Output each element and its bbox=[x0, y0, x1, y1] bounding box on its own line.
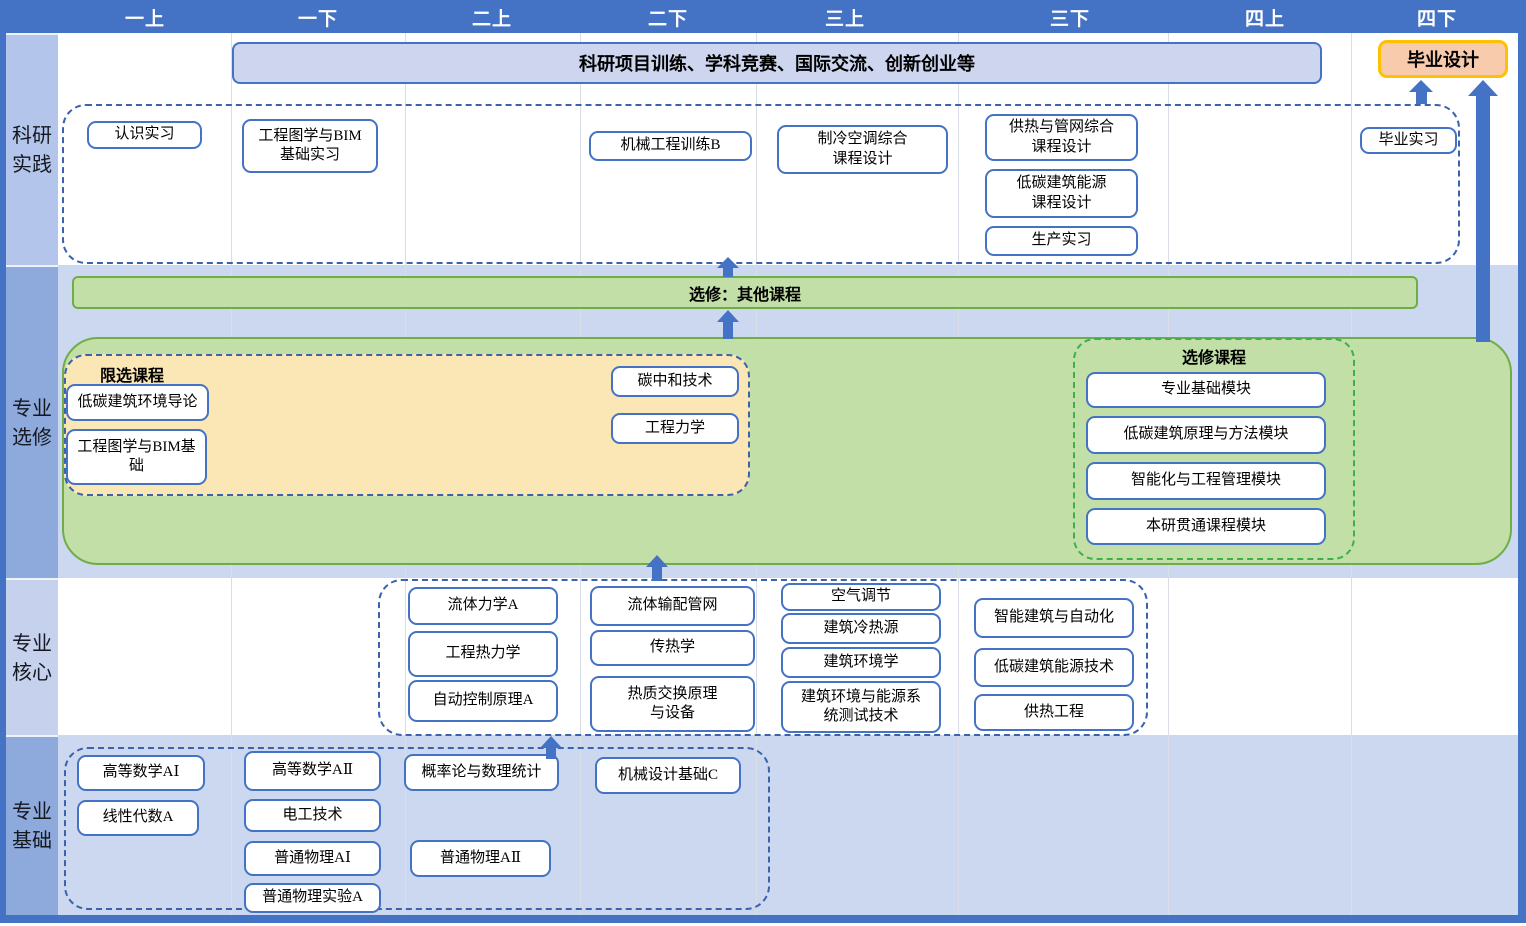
up-arrow-icon bbox=[1468, 80, 1498, 342]
course-box: 高等数学AⅡ bbox=[244, 751, 381, 791]
course-box: 制冷空调综合 课程设计 bbox=[777, 125, 948, 174]
sidebar-row-research: 科研 实践 bbox=[6, 33, 58, 267]
course-box: 建筑环境与能源系 统测试技术 bbox=[781, 681, 941, 733]
course-box: 机械设计基础C bbox=[595, 757, 741, 794]
course-box: 概率论与数理统计 bbox=[404, 754, 559, 791]
semester-label: 四上 bbox=[1220, 4, 1310, 31]
elective-modules-title: 选修课程 bbox=[1073, 344, 1355, 368]
sidebar-row-foundation: 专业 基础 bbox=[6, 735, 58, 917]
up-arrow-icon bbox=[717, 257, 739, 277]
semester-label: 四下 bbox=[1392, 4, 1482, 31]
course-box: 工程力学 bbox=[611, 413, 739, 444]
course-box: 工程图学与BIM 基础实习 bbox=[242, 119, 378, 173]
sidebar-row-core: 专业 核心 bbox=[6, 578, 58, 737]
course-box: 低碳建筑原理与方法模块 bbox=[1086, 416, 1326, 454]
course-box: 高等数学AⅠ bbox=[77, 755, 205, 791]
course-box: 工程热力学 bbox=[408, 631, 558, 677]
course-box: 普通物理实验A bbox=[244, 883, 381, 913]
course-box: 线性代数A bbox=[77, 800, 199, 836]
course-box: 机械工程训练B bbox=[589, 131, 752, 161]
course-box: 供热工程 bbox=[974, 694, 1134, 731]
course-box: 流体输配管网 bbox=[590, 586, 755, 626]
course-box: 碳中和技术 bbox=[611, 366, 739, 397]
semester-label: 三下 bbox=[1025, 4, 1115, 31]
course-box: 本研贯通课程模块 bbox=[1086, 508, 1326, 545]
course-box: 建筑环境学 bbox=[781, 647, 941, 678]
course-box: 普通物理AⅡ bbox=[410, 840, 551, 877]
up-arrow-icon bbox=[540, 736, 562, 759]
semester-label: 一下 bbox=[273, 4, 363, 31]
course-box: 低碳建筑能源技术 bbox=[974, 648, 1134, 687]
semester-label: 二上 bbox=[447, 4, 537, 31]
course-box: 生产实习 bbox=[985, 226, 1138, 256]
course-box: 空气调节 bbox=[781, 583, 941, 611]
course-box: 智能建筑与自动化 bbox=[974, 598, 1134, 638]
course-box: 流体力学A bbox=[408, 587, 558, 625]
semester-label: 一上 bbox=[100, 4, 190, 31]
course-box: 普通物理AⅠ bbox=[244, 841, 381, 876]
course-box: 认识实习 bbox=[87, 121, 202, 149]
up-arrow-icon bbox=[646, 555, 668, 581]
semester-label: 三上 bbox=[800, 4, 890, 31]
course-box: 热质交换原理 与设备 bbox=[590, 676, 755, 732]
course-box: 自动控制原理A bbox=[408, 680, 558, 722]
footer-bar bbox=[0, 915, 1526, 923]
sidebar-row-elective: 专业 选修 bbox=[6, 265, 58, 580]
graduation-design-box: 毕业设计 bbox=[1378, 40, 1508, 78]
course-box: 工程图学与BIM基 础 bbox=[66, 429, 207, 485]
right-border bbox=[1518, 0, 1526, 923]
research-banner: 科研项目训练、学科竞赛、国际交流、创新创业等 bbox=[232, 42, 1322, 84]
curriculum-map: 一上 一下 二上 二下 三上 三下 四上 四下 科研 实践 专业 选修 专业 核… bbox=[0, 0, 1526, 926]
course-box: 传热学 bbox=[590, 630, 755, 666]
course-box: 智能化与工程管理模块 bbox=[1086, 462, 1326, 500]
up-arrow-icon bbox=[1409, 80, 1433, 104]
course-box: 毕业实习 bbox=[1360, 127, 1457, 154]
semester-label: 二下 bbox=[623, 4, 713, 31]
up-arrow-icon bbox=[717, 310, 739, 339]
course-box: 低碳建筑环境导论 bbox=[66, 384, 209, 421]
course-box: 建筑冷热源 bbox=[781, 613, 941, 644]
restricted-electives-title: 限选课程 bbox=[100, 362, 164, 386]
course-box: 电工技术 bbox=[244, 799, 381, 832]
course-box: 供热与管网综合 课程设计 bbox=[985, 114, 1138, 161]
course-box: 低碳建筑能源 课程设计 bbox=[985, 169, 1138, 218]
left-border bbox=[0, 0, 6, 923]
course-box: 专业基础模块 bbox=[1086, 372, 1326, 408]
elective-other-bar: 选修：其他课程 bbox=[72, 276, 1418, 309]
